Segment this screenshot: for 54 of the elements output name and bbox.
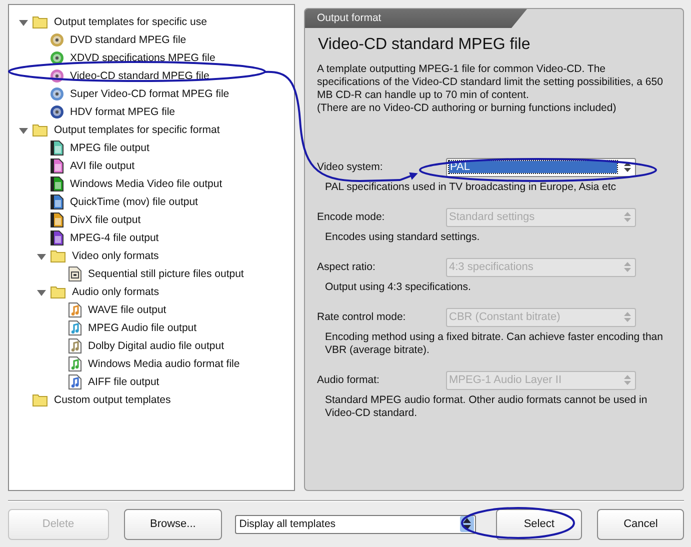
picture-file-icon bbox=[68, 266, 82, 282]
field-label: Video system: bbox=[317, 161, 384, 173]
push-button[interactable]: Cancel bbox=[597, 508, 684, 540]
folder-icon bbox=[50, 285, 66, 299]
tree-item[interactable]: Dolby Digital audio file output bbox=[88, 340, 224, 352]
tree-item[interactable]: QuickTime (mov) file output bbox=[70, 196, 198, 208]
folder-icon bbox=[50, 249, 66, 263]
field-label: Rate control mode: bbox=[317, 311, 407, 323]
field-description: Encoding method using a fixed bitrate. Can achieve faster encoding than VBR (average bitrate). bbox=[325, 331, 664, 357]
tree-item[interactable]: XDVD specifications MPEG file bbox=[70, 52, 216, 64]
folder-icon bbox=[32, 393, 48, 407]
field-label: Encode mode: bbox=[317, 211, 386, 223]
tree-item[interactable]: HDV format MPEG file bbox=[70, 106, 176, 118]
tree-item[interactable]: Super Video-CD format MPEG file bbox=[70, 88, 230, 100]
field-description: Encodes using standard settings. bbox=[325, 231, 481, 244]
expand-arrow-icon[interactable] bbox=[37, 288, 46, 296]
template-note: (There are no Video-CD authoring or burning functions included) bbox=[317, 102, 618, 115]
tree-item[interactable]: Output templates for specific format bbox=[54, 124, 220, 136]
tree-item[interactable]: Output templates for specific use bbox=[54, 16, 207, 28]
template-description: A template outputting MPEG-1 file for common Video-CD. The specifications of the Video-CD standard limit the setting possibilities, a 650 MB CD-R can handle up to 70 min of content. bbox=[317, 63, 664, 102]
tree-item[interactable]: Windows Media audio format file bbox=[88, 358, 240, 370]
template-filter-dropdown[interactable]: Display all templates bbox=[235, 514, 476, 534]
expand-arrow-icon[interactable] bbox=[37, 252, 46, 260]
tree-item[interactable]: Video-CD standard MPEG file bbox=[70, 70, 210, 82]
tree-item[interactable]: MPEG-4 file output bbox=[70, 232, 159, 244]
push-button[interactable]: Browse... bbox=[124, 508, 222, 540]
tree-item[interactable]: DivX file output bbox=[70, 214, 141, 226]
tree-item[interactable]: Sequential still picture files output bbox=[88, 268, 244, 280]
tree-item[interactable]: MPEG Audio file output bbox=[88, 322, 197, 334]
tree-item[interactable]: Custom output templates bbox=[54, 394, 171, 406]
field-description: PAL specifications used in TV broadcasting in Europe, Asia etc bbox=[325, 181, 618, 194]
folder-icon bbox=[32, 15, 48, 29]
expand-arrow-icon[interactable] bbox=[19, 126, 28, 134]
tree-item[interactable]: Video only formats bbox=[72, 250, 159, 262]
field-label: Audio format: bbox=[317, 374, 380, 386]
tree-item[interactable]: AVI file output bbox=[70, 160, 135, 172]
expand-arrow-icon[interactable] bbox=[19, 18, 28, 26]
spinner-arrows-icon bbox=[623, 211, 632, 223]
tree-item[interactable]: Windows Media Video file output bbox=[70, 178, 222, 190]
field-label: Aspect ratio: bbox=[317, 261, 376, 273]
spinner-arrows-icon bbox=[623, 374, 632, 386]
field-description: Output using 4:3 specifications. bbox=[325, 281, 472, 294]
template-title: Video-CD standard MPEG file bbox=[318, 36, 532, 54]
tree-item[interactable]: DVD standard MPEG file bbox=[70, 34, 186, 46]
tree-item[interactable]: MPEG file output bbox=[70, 142, 150, 154]
panel-header: Output format bbox=[305, 9, 527, 28]
spinner-arrows-icon bbox=[623, 311, 632, 323]
tree-item[interactable]: Audio only formats bbox=[72, 286, 159, 298]
spinner-arrows-icon bbox=[623, 261, 632, 273]
tree-item[interactable]: WAVE file output bbox=[88, 304, 166, 316]
tree-item[interactable]: AIFF file output bbox=[88, 376, 160, 388]
field-description: Standard MPEG audio format. Other audio formats cannot be used in Video-CD standard. bbox=[325, 394, 648, 420]
spinner-arrows-icon bbox=[623, 161, 632, 173]
folder-icon bbox=[32, 123, 48, 137]
